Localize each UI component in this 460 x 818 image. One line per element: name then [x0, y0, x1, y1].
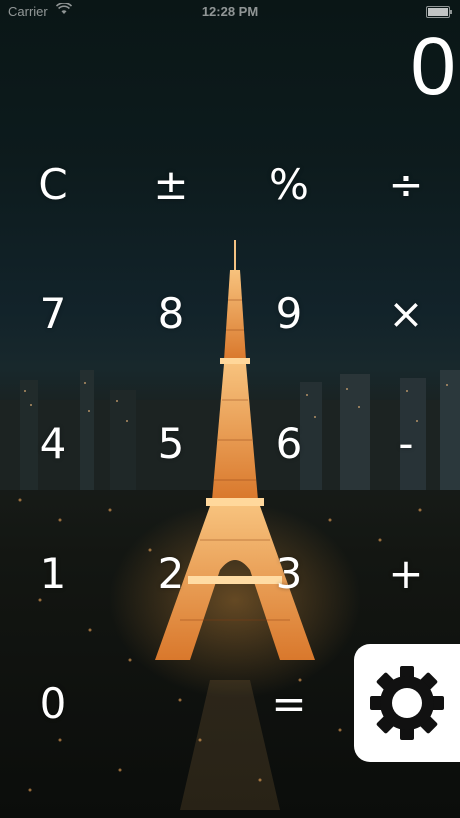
- digit-8-button[interactable]: 8: [126, 268, 216, 358]
- settings-button[interactable]: [354, 644, 460, 762]
- status-bar: Carrier 12:28 PM: [0, 0, 460, 24]
- digit-2-button[interactable]: 2: [126, 528, 216, 618]
- plus-minus-button[interactable]: ±: [126, 139, 216, 229]
- digit-5-button[interactable]: 5: [126, 398, 216, 488]
- gear-icon: [370, 666, 444, 740]
- digit-6-button[interactable]: 6: [244, 398, 334, 488]
- digit-0-button[interactable]: 0: [8, 658, 98, 748]
- clear-button[interactable]: C: [8, 139, 98, 229]
- plus-button[interactable]: +: [361, 528, 451, 618]
- digit-9-button[interactable]: 9: [244, 268, 334, 358]
- status-time: 12:28 PM: [201, 4, 259, 19]
- multiply-button[interactable]: ×: [361, 268, 451, 358]
- minus-button[interactable]: -: [361, 398, 451, 488]
- divide-button[interactable]: ÷: [361, 139, 451, 229]
- digit-1-button[interactable]: 1: [8, 528, 98, 618]
- digit-7-button[interactable]: 7: [8, 268, 98, 358]
- calculator-display: 0: [410, 21, 456, 112]
- battery-icon: [426, 6, 452, 18]
- equals-button[interactable]: =: [244, 658, 334, 748]
- percent-button[interactable]: %: [244, 139, 334, 229]
- digit-4-button[interactable]: 4: [8, 398, 98, 488]
- digit-3-button[interactable]: 3: [244, 528, 334, 618]
